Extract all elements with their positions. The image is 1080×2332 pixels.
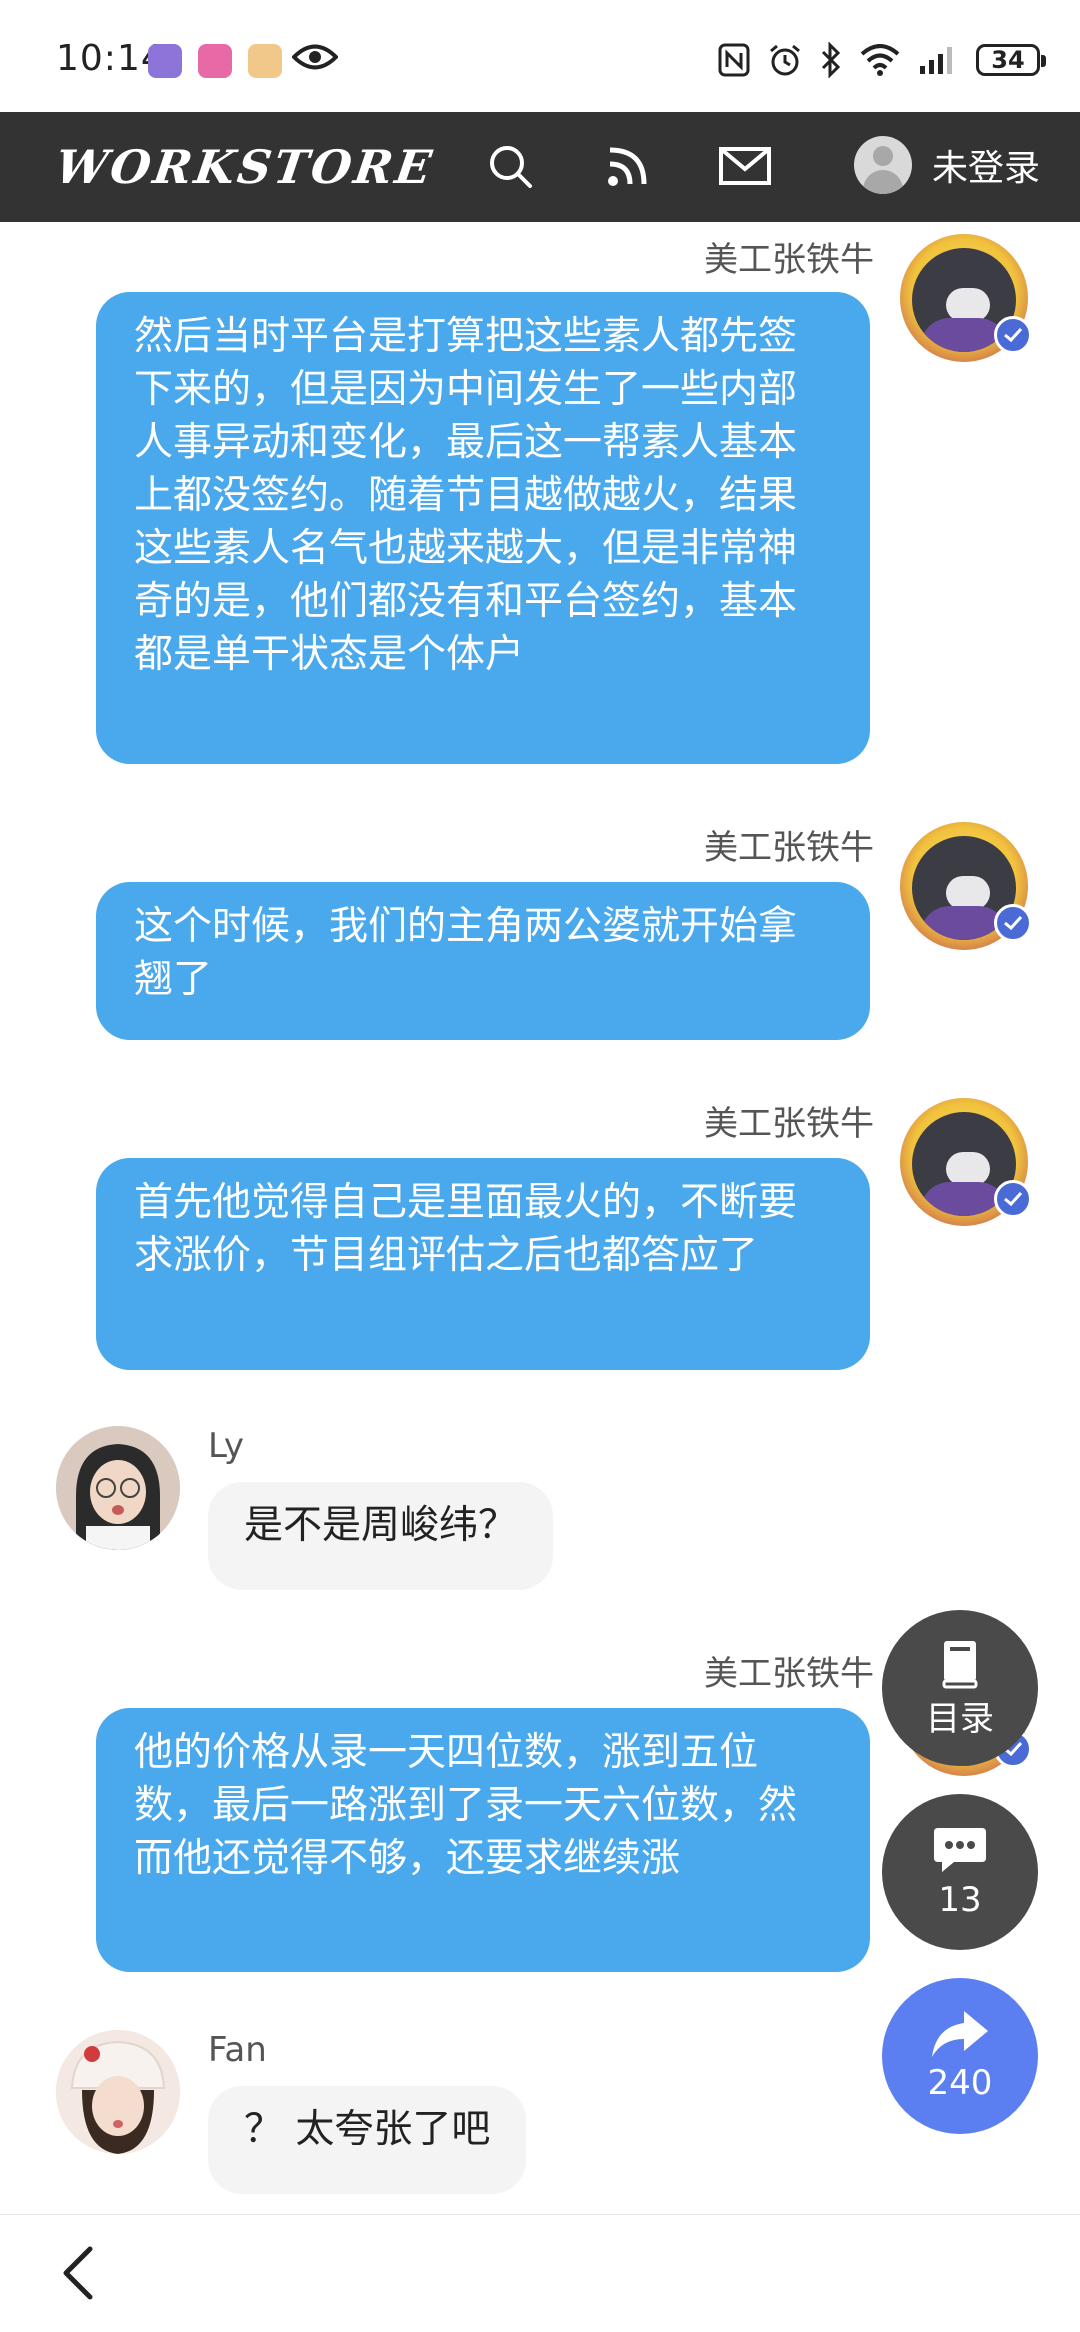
battery-level: 34: [991, 46, 1025, 74]
ly-avatar[interactable]: [56, 1426, 180, 1550]
message-bubble: 然后当时平台是打算把这些素人都先签下来的，但是因为中间发生了一些内部人事异动和变…: [96, 292, 870, 764]
message-bubble: 是不是周峻纬？: [208, 1482, 554, 1590]
bluetooth-icon: [821, 42, 841, 78]
app-notification-icon: [148, 44, 182, 78]
share-button[interactable]: 240: [882, 1978, 1038, 2134]
user-avatar[interactable]: [853, 136, 912, 194]
wifi-icon: [860, 44, 900, 76]
share-arrow-icon: [932, 2011, 988, 2057]
verified-badge-icon: [994, 904, 1032, 942]
bottom-nav-bar: [0, 2214, 1080, 2332]
eye-icon: [292, 44, 338, 70]
search-icon[interactable]: [486, 142, 534, 190]
mail-icon[interactable]: [718, 142, 772, 190]
verified-badge-icon: [994, 316, 1032, 354]
person-photo-icon: [56, 2030, 180, 2154]
sender-avatar[interactable]: [900, 1098, 1032, 1226]
toc-label: 目录: [926, 1698, 994, 1739]
workstore-logo[interactable]: WORKSTORE: [52, 140, 437, 194]
app-notification-icon: [198, 44, 232, 78]
share-count: 240: [927, 2063, 993, 2103]
status-bar: 10:14 34: [0, 0, 1080, 112]
login-label[interactable]: 未登录: [932, 139, 1040, 191]
login-button[interactable]: 未登录: [853, 136, 1040, 194]
status-icons: 34: [718, 38, 1046, 82]
comments-count: 13: [938, 1880, 982, 1920]
message-sender: 美工张铁牛: [704, 1654, 874, 1694]
rss-icon[interactable]: [604, 142, 652, 190]
fan-avatar[interactable]: [56, 2030, 180, 2154]
message-sender: 美工张铁牛: [704, 240, 874, 280]
message-sender: Fan: [208, 2030, 267, 2070]
comment-icon: [934, 1828, 986, 1872]
sender-avatar[interactable]: [900, 822, 1032, 950]
message-bubble: 这个时候，我们的主角两公婆就开始拿翘了: [96, 882, 870, 1040]
message-sender: 美工张铁牛: [704, 1104, 874, 1144]
message-bubble: ？ 太夸张了吧: [208, 2086, 527, 2194]
person-photo-icon: [56, 1426, 180, 1550]
message-bubble: 首先他觉得自己是里面最火的，不断要求涨价，节目组评估之后也都答应了: [96, 1158, 870, 1370]
message-sender: Ly: [208, 1426, 244, 1466]
toc-button[interactable]: 目录: [882, 1610, 1038, 1766]
app-notification-icon: [248, 44, 282, 78]
signal-icon: [920, 47, 952, 74]
battery-indicator: 34: [976, 44, 1046, 76]
sender-avatar[interactable]: [900, 234, 1032, 362]
app-header: WORKSTORE 未登录: [0, 112, 1080, 222]
alarm-icon: [770, 44, 800, 76]
message-bubble: 他的价格从录一天四位数，涨到五位数，最后一路涨到了录一天六位数，然而他还觉得不够…: [96, 1708, 870, 1972]
back-arrow-icon[interactable]: [60, 2245, 96, 2301]
nfc-icon: [718, 43, 750, 77]
message-sender: 美工张铁牛: [704, 828, 874, 868]
book-icon: [942, 1640, 978, 1688]
comments-button[interactable]: 13: [882, 1794, 1038, 1950]
verified-badge-icon: [994, 1180, 1032, 1218]
